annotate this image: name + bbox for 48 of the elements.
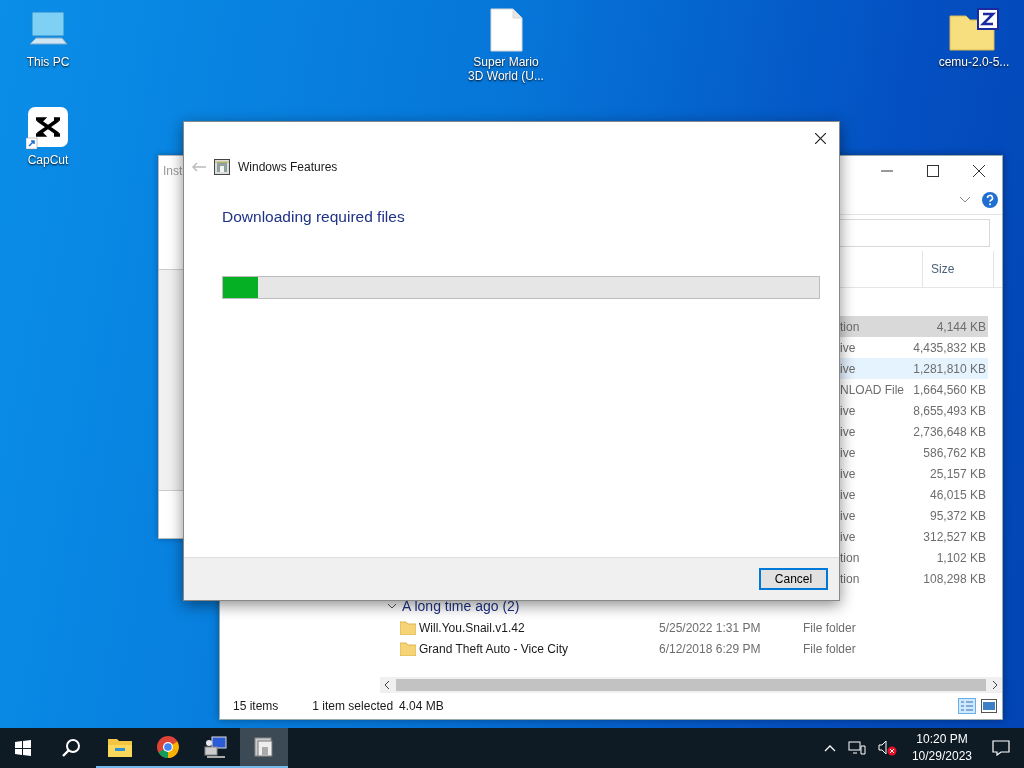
window-title: Inst — [163, 164, 184, 178]
folder-icon — [400, 641, 416, 656]
folder-name[interactable]: Grand Theft Auto - Vice City — [419, 641, 659, 656]
search-icon[interactable] — [61, 738, 81, 758]
status-text: 1 item selected — [312, 699, 394, 713]
notification-icon[interactable] — [992, 740, 1010, 756]
folder-icon[interactable] — [108, 737, 132, 757]
dialog-heading: Downloading required files — [222, 208, 405, 226]
computer-setup-icon[interactable] — [203, 735, 229, 759]
icon-label: CapCut — [26, 153, 70, 167]
chevron-down-icon[interactable] — [960, 197, 970, 203]
type-cell: File folder — [803, 620, 856, 635]
folder-name[interactable]: Will.You.Snail.v1.42 — [419, 620, 659, 635]
browser-icon[interactable] — [156, 735, 180, 759]
scroll-left-icon[interactable] — [384, 681, 392, 689]
status-text: 15 items — [233, 699, 279, 713]
group-header[interactable]: A long time ago (2) — [402, 598, 520, 614]
date-cell-text: 5/25/2022 1:31 PM — [659, 620, 762, 635]
clock-time[interactable]: 10:20 PM — [916, 731, 968, 748]
taskbar-button[interactable] — [240, 728, 288, 768]
network-icon[interactable] — [847, 740, 866, 756]
chevron-icon[interactable] — [388, 602, 396, 610]
chevron-up-icon[interactable] — [823, 744, 836, 752]
type-cell: File folder — [803, 641, 856, 656]
window-title: Windows Features — [238, 160, 338, 174]
date-cell-text: 6/12/2018 6:29 PM — [659, 641, 762, 656]
close-icon[interactable] — [973, 165, 985, 177]
icon-label: cemu-2.0-5... — [937, 55, 1011, 69]
scroll-right-icon[interactable] — [990, 681, 998, 689]
zip-folder-icon[interactable] — [948, 8, 1000, 52]
volume-muted-icon[interactable] — [877, 740, 898, 756]
start-icon[interactable] — [15, 740, 31, 756]
capcut-icon[interactable] — [26, 106, 70, 150]
window-icon — [214, 159, 230, 175]
icon-label: Super Mario 3D World (U... — [467, 55, 545, 83]
clock-date[interactable]: 10/29/2023 — [911, 748, 972, 765]
window-icon[interactable] — [253, 736, 275, 758]
status-text: 4.04 MB — [399, 699, 444, 713]
thumbnails-view-icon[interactable] — [981, 699, 997, 713]
help-icon[interactable] — [982, 192, 998, 208]
file-icon[interactable] — [489, 8, 523, 52]
maximize-icon[interactable] — [927, 165, 939, 177]
folder-icon — [400, 620, 416, 635]
close-icon[interactable] — [815, 133, 826, 144]
column-header[interactable]: Size — [922, 251, 994, 287]
icon-label: This PC — [25, 55, 71, 69]
horizontal-scrollbar[interactable] — [380, 677, 1002, 693]
cancel-button[interactable]: Cancel — [759, 568, 828, 590]
